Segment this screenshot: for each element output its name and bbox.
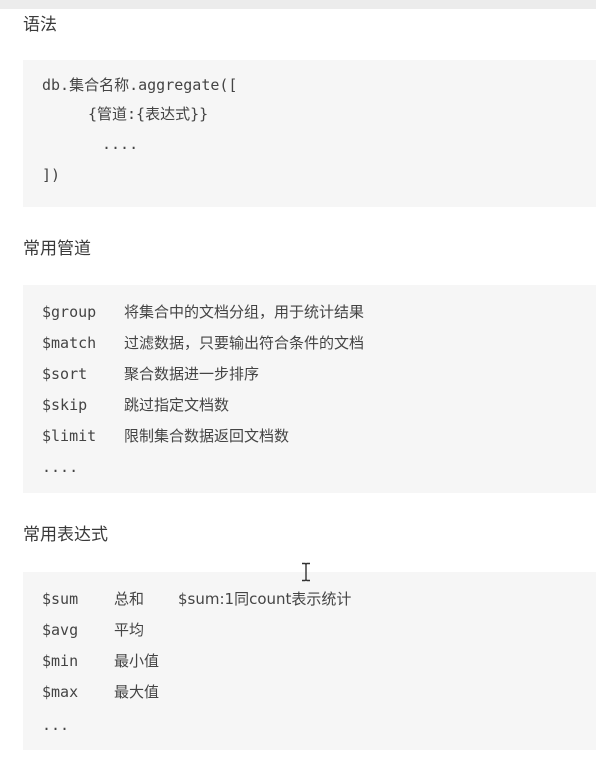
expression-row: $sum 总和 $sum:1同count表示统计	[42, 587, 351, 611]
expression-description: 平均	[114, 621, 145, 639]
pipeline-row: $sort 聚合数据进一步排序	[42, 362, 259, 386]
pipelines-ellipsis: ....	[42, 458, 79, 476]
text-cursor-icon	[302, 562, 310, 582]
expression-note: $sum:1同count表示统计	[178, 590, 352, 608]
expression-operator: $max	[42, 683, 79, 701]
expression-row: $min 最小值	[42, 649, 159, 673]
expression-row: $avg 平均	[42, 618, 144, 642]
pipeline-row: $match 过滤数据，只要输出符合条件的文档	[42, 331, 364, 355]
pipeline-description: 过滤数据，只要输出符合条件的文档	[124, 334, 365, 352]
syntax-line-4: ])	[42, 166, 61, 184]
pipeline-operator: $group	[42, 303, 97, 321]
pipeline-description: 跳过指定文档数	[124, 396, 230, 414]
expression-operator: $avg	[42, 621, 79, 639]
pipeline-description: 将集合中的文档分组，用于统计结果	[124, 303, 365, 321]
pipeline-operator: $sort	[42, 365, 88, 383]
expression-operator: $min	[42, 652, 79, 670]
expressions-heading: 常用表达式	[23, 525, 108, 545]
expression-description: 总和	[114, 590, 145, 608]
expression-description: 最大值	[114, 683, 160, 701]
expression-operator: $sum	[42, 590, 79, 608]
syntax-code-block: db.集合名称.aggregate([ {管道:{表达式}} .... ])	[23, 60, 596, 207]
syntax-line-2: {管道:{表达式}}	[88, 105, 209, 123]
syntax-line-3: ....	[102, 135, 139, 153]
expression-row: $max 最大值	[42, 680, 159, 704]
syntax-line-1: db.集合名称.aggregate([	[42, 76, 238, 94]
pipeline-operator: $match	[42, 334, 97, 352]
top-bar	[0, 0, 596, 9]
pipelines-code-block: $group 将集合中的文档分组，用于统计结果 $match 过滤数据，只要输出符合…	[23, 285, 596, 493]
pipeline-description: 聚合数据进一步排序	[124, 365, 260, 383]
pipeline-operator: $skip	[42, 396, 88, 414]
pipelines-heading: 常用管道	[23, 239, 91, 259]
pipeline-operator: $limit	[42, 427, 97, 445]
pipeline-row: $group 将集合中的文档分组，用于统计结果	[42, 300, 364, 324]
expressions-ellipsis: ...	[42, 716, 70, 734]
syntax-heading: 语法	[23, 15, 57, 35]
pipeline-row: $skip 跳过指定文档数	[42, 393, 229, 417]
pipeline-row: $limit 限制集合数据返回文档数	[42, 424, 289, 448]
pipeline-description: 限制集合数据返回文档数	[124, 427, 290, 445]
expressions-code-block: $sum 总和 $sum:1同count表示统计 $avg 平均 $min 最小值 $m…	[23, 572, 596, 750]
expression-description: 最小值	[114, 652, 160, 670]
